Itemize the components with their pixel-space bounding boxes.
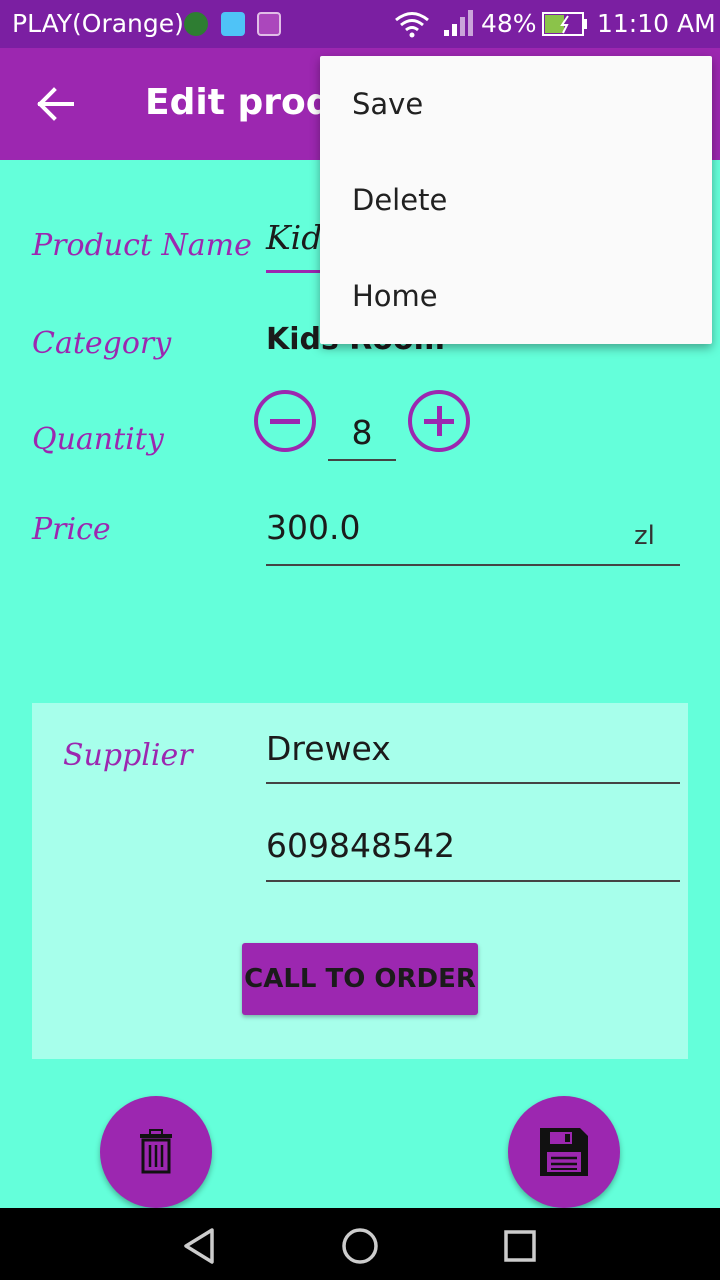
price-underline (266, 564, 680, 566)
price-input[interactable]: 300.0 (266, 508, 360, 547)
wifi-icon (395, 12, 429, 38)
android-icon (221, 12, 245, 36)
floppy-disk-icon (540, 1128, 588, 1176)
menu-item-save[interactable]: Save (320, 56, 712, 152)
nav-back-icon[interactable] (180, 1226, 220, 1266)
currency-label: zl (634, 521, 655, 551)
category-label: Category (32, 326, 172, 361)
arrow-back-icon[interactable] (30, 78, 82, 130)
product-name-label: Product Name (32, 228, 252, 263)
overflow-menu: Save Delete Home (320, 56, 712, 344)
save-fab[interactable] (508, 1096, 620, 1208)
supplier-name-input[interactable]: Drewex (266, 729, 391, 768)
status-bar: PLAY(Orange) 48% 11:10 AM (0, 0, 720, 48)
clock: 11:10 AM (597, 9, 716, 38)
product-name-underline (266, 270, 326, 273)
globe-icon (184, 12, 208, 36)
menu-item-delete[interactable]: Delete (320, 152, 712, 248)
trash-icon (140, 1129, 172, 1174)
price-label: Price (32, 512, 111, 547)
carrier-label: PLAY(Orange) (12, 9, 184, 38)
supplier-phone-input[interactable]: 609848542 (266, 826, 455, 865)
image-icon (257, 12, 281, 36)
decrease-quantity-button[interactable] (254, 390, 316, 452)
menu-item-home[interactable]: Home (320, 248, 712, 344)
battery-icon (542, 12, 587, 36)
quantity-value[interactable]: 8 (328, 413, 396, 452)
battery-percent: 48% (481, 9, 537, 38)
call-to-order-button[interactable]: CALL TO ORDER (242, 943, 478, 1015)
quantity-label: Quantity (32, 422, 164, 457)
increase-quantity-button[interactable] (408, 390, 470, 452)
plus-icon-vertical (437, 406, 442, 436)
delete-fab[interactable] (100, 1096, 212, 1208)
supplier-name-underline (266, 782, 680, 784)
supplier-phone-underline (266, 880, 680, 882)
supplier-label: Supplier (63, 738, 193, 773)
quantity-underline (328, 459, 396, 461)
minus-icon (270, 419, 300, 424)
navigation-bar (0, 1208, 720, 1280)
nav-home-icon[interactable] (340, 1226, 380, 1266)
signal-icon (444, 10, 473, 36)
nav-recents-icon[interactable] (500, 1226, 540, 1266)
